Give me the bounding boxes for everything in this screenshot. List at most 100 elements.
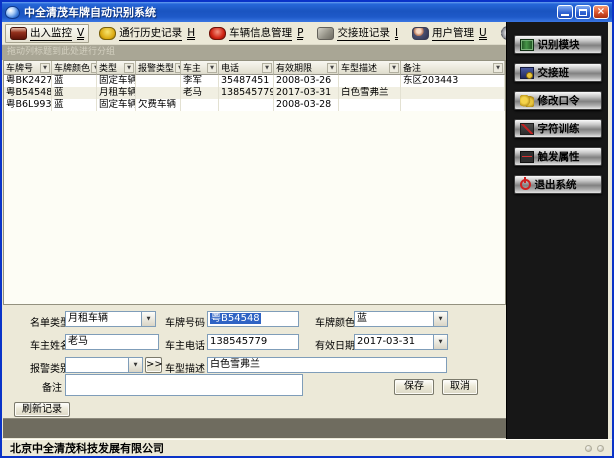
app-logo-icon	[5, 6, 20, 19]
filter-arrow-icon[interactable]: ▼	[389, 63, 399, 73]
cell-plate-color: 蓝	[52, 99, 97, 111]
plate-no-label: 车牌号码	[165, 314, 205, 329]
cell-alarm-type	[136, 75, 181, 87]
column-label: 报警类型	[138, 61, 174, 74]
plate-no-input[interactable]: 粤B54548	[207, 311, 299, 327]
table-row[interactable]: 粤B54548 蓝 月租车辆 老马 138545779 2017-03-31 白…	[4, 87, 505, 99]
cell-type: 固定车辆	[97, 99, 136, 111]
cell-valid-until: 2008-03-26	[274, 75, 339, 87]
maximize-icon	[579, 9, 587, 16]
column-header-valid-until[interactable]: 有效期限 ▼	[274, 61, 339, 75]
toolbar-item-vehicle-info[interactable]: 车辆信息管理 P	[205, 24, 307, 43]
window-title: 中全清茂车牌自动识别系统	[24, 4, 553, 20]
column-label: 车型描述	[341, 61, 377, 74]
sidebar-button-shift-change[interactable]: 交接班	[514, 63, 602, 82]
cell-remark	[401, 99, 505, 111]
cell-type: 月租车辆	[97, 87, 136, 99]
maximize-button[interactable]	[575, 5, 591, 19]
cell-alarm-type: 欠费车辆	[136, 99, 181, 111]
toolbar-hotkey: H	[187, 27, 195, 40]
filter-arrow-icon[interactable]: ▼	[124, 63, 134, 73]
column-header-model-desc[interactable]: 车型描述 ▼	[339, 61, 401, 75]
sidebar-button-character-training[interactable]: 字符训练	[514, 119, 602, 138]
toolbar-item-history[interactable]: 通行历史记录 H	[95, 24, 199, 43]
car-icon	[209, 27, 226, 40]
filter-arrow-icon[interactable]: ▼	[493, 63, 503, 73]
toolbar-label: 用户管理	[432, 25, 474, 41]
valid-date-label: 有效日期	[315, 337, 355, 352]
plate-color-label: 车牌颜色	[315, 314, 355, 329]
user-icon	[412, 27, 429, 40]
toolbar-item-shift-record[interactable]: 交接班记录 I	[313, 24, 402, 43]
column-header-plate-color[interactable]: 车牌颜色▼	[52, 61, 97, 75]
toolbar-item-user-management[interactable]: 用户管理 U	[408, 24, 491, 43]
column-header-owner[interactable]: 车主▼	[181, 61, 219, 75]
sidebar-button-change-password[interactable]: 修改口令	[514, 91, 602, 110]
cell-valid-until: 2017-03-31	[274, 87, 339, 99]
owner-phone-input[interactable]: 138545779	[207, 334, 299, 350]
minimize-button[interactable]	[557, 5, 573, 19]
cell-plate: 粤B6L993	[4, 99, 52, 111]
chevron-down-icon[interactable]: ▼	[433, 312, 447, 326]
shift-change-icon	[520, 67, 534, 79]
column-label: 类型	[99, 61, 117, 74]
toolbar-label: 车辆信息管理	[229, 25, 292, 41]
column-header-plate[interactable]: 车牌号▼	[4, 61, 52, 75]
cell-remark	[401, 87, 505, 99]
cell-plate-color: 蓝	[52, 87, 97, 99]
table-header-row: 车牌号▼ 车牌颜色▼ 类型▼ 报警类型▼ 车主▼ 电话▼ 有效期限▼ 车型描述▼…	[4, 61, 505, 75]
toolbar-label: 通行历史记录	[119, 25, 182, 41]
window-controls: ×	[557, 5, 609, 19]
remark-textarea[interactable]	[65, 374, 303, 396]
chip-icon	[520, 39, 534, 51]
cell-type: 固定车辆	[97, 75, 136, 87]
table-row[interactable]: 粤BK2427 蓝 固定车辆 李军 35487451 2008-03-26 东区…	[4, 75, 505, 87]
sidebar-button-trigger-properties[interactable]: 触发属性	[514, 147, 602, 166]
table-row[interactable]: 粤B6L993 蓝 固定车辆 欠费车辆 2008-03-28	[4, 99, 505, 111]
valid-date-picker[interactable]: 2017-03-31 ▼	[354, 334, 448, 350]
column-label: 备注	[403, 61, 421, 74]
save-button[interactable]: 保存	[394, 379, 434, 395]
cancel-button[interactable]: 取消	[442, 379, 478, 395]
alarm-type-select[interactable]: ▼	[65, 357, 143, 373]
column-header-type[interactable]: 类型 ▼	[97, 61, 136, 75]
filter-arrow-icon[interactable]: ▼	[327, 63, 337, 73]
toolbar-hotkey: I	[395, 27, 398, 40]
toolbar-label: 交接班记录	[337, 25, 390, 41]
alarm-type-expand-button[interactable]: >>	[145, 357, 162, 373]
taxi-icon	[99, 27, 116, 40]
cell-valid-until: 2008-03-28	[274, 99, 339, 111]
column-header-remark[interactable]: 备注 ▼	[401, 61, 505, 75]
remark-label: 备注	[42, 379, 62, 394]
minimize-icon	[558, 6, 572, 18]
column-label: 有效期限	[276, 61, 312, 74]
owner-name-input[interactable]: 老马	[65, 334, 159, 350]
sidebar-button-recognition-module[interactable]: 识别模块	[514, 35, 602, 54]
filter-arrow-icon[interactable]: ▼	[40, 63, 50, 73]
close-button[interactable]: ×	[593, 5, 609, 19]
list-type-label: 名单类型	[30, 314, 70, 329]
plate-color-select[interactable]: 蓝 ▼	[354, 311, 448, 327]
sidebar-button-label: 退出系统	[535, 177, 577, 192]
column-header-phone[interactable]: 电话▼	[219, 61, 274, 75]
column-header-alarm-type[interactable]: 报警类型▼	[136, 61, 181, 75]
alarm-type-label: 报警类别	[30, 360, 70, 375]
chevron-down-icon[interactable]: ▼	[141, 312, 155, 326]
monitor-icon	[10, 27, 27, 40]
status-indicator-icon	[597, 445, 604, 452]
toolbar-item-entry-monitor[interactable]: 出入监控 V	[5, 24, 89, 43]
list-type-select[interactable]: 月租车辆 ▼	[65, 311, 156, 327]
chevron-down-icon[interactable]: ▼	[433, 335, 447, 349]
model-desc-input[interactable]: 白色雪弗兰	[207, 357, 447, 373]
toolbar-hotkey: V	[77, 27, 84, 40]
refresh-records-button[interactable]: 刷新记录	[14, 402, 70, 417]
chevron-down-icon[interactable]: ▼	[128, 358, 142, 372]
filter-arrow-icon[interactable]: ▼	[207, 63, 217, 73]
status-indicator-icon	[585, 445, 592, 452]
titlebar: 中全清茂车牌自动识别系统 ×	[2, 2, 612, 22]
filter-arrow-icon[interactable]: ▼	[262, 63, 272, 73]
cell-alarm-type	[136, 87, 181, 99]
sidebar-button-exit-system[interactable]: 退出系统	[514, 175, 602, 194]
sidebar-button-label: 修改口令	[538, 93, 580, 108]
cell-phone: 138545779	[219, 87, 274, 99]
